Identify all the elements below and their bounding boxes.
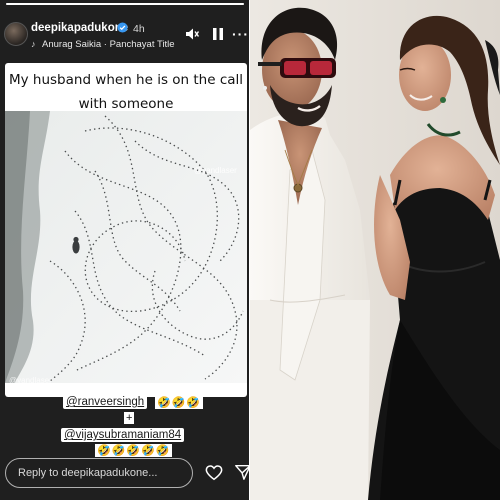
meme-card: My husband when he is on the call with s… xyxy=(5,63,247,397)
laughing-emojis-1: 🤣🤣🤣 xyxy=(155,396,204,409)
verified-icon xyxy=(117,22,128,33)
avatar[interactable] xyxy=(4,22,28,46)
music-icon: ♪ xyxy=(31,39,36,49)
more-icon[interactable]: ··· xyxy=(232,26,249,42)
mention-vijaysubramaniam84[interactable]: @vijaysubramaniam84 xyxy=(61,428,185,442)
send-icon[interactable] xyxy=(234,463,250,481)
music-attribution[interactable]: Anurag Saikia · Panchayat Title xyxy=(42,39,175,50)
watermark-bottom: @yandlaser xyxy=(9,376,52,385)
meme-snow-footprints-image xyxy=(5,111,247,383)
mute-icon[interactable] xyxy=(185,27,199,41)
heart-icon[interactable] xyxy=(205,464,223,482)
couple-photo xyxy=(250,0,500,500)
story-header: deepikapadukone 4h ♪ Anurag Saikia · Pan… xyxy=(0,12,250,56)
laughing-emojis-2: 🤣🤣🤣🤣🤣 xyxy=(95,444,173,457)
instagram-story: deepikapadukone 4h ♪ Anurag Saikia · Pan… xyxy=(0,0,250,500)
time-ago: 4h xyxy=(133,23,145,35)
reply-input[interactable] xyxy=(5,458,193,488)
mention-ranveersingh[interactable]: @ranveersingh xyxy=(63,395,148,409)
story-progress-fill xyxy=(6,3,244,5)
story-progress-bar xyxy=(6,3,244,5)
plus-sign: + xyxy=(124,412,135,424)
penguin-figure xyxy=(72,236,80,254)
pause-icon[interactable] xyxy=(212,27,224,41)
meme-caption: My husband when he is on the call with s… xyxy=(8,72,244,112)
watermark: @yandlaser xyxy=(194,166,237,175)
username[interactable]: deepikapadukone xyxy=(31,22,128,34)
